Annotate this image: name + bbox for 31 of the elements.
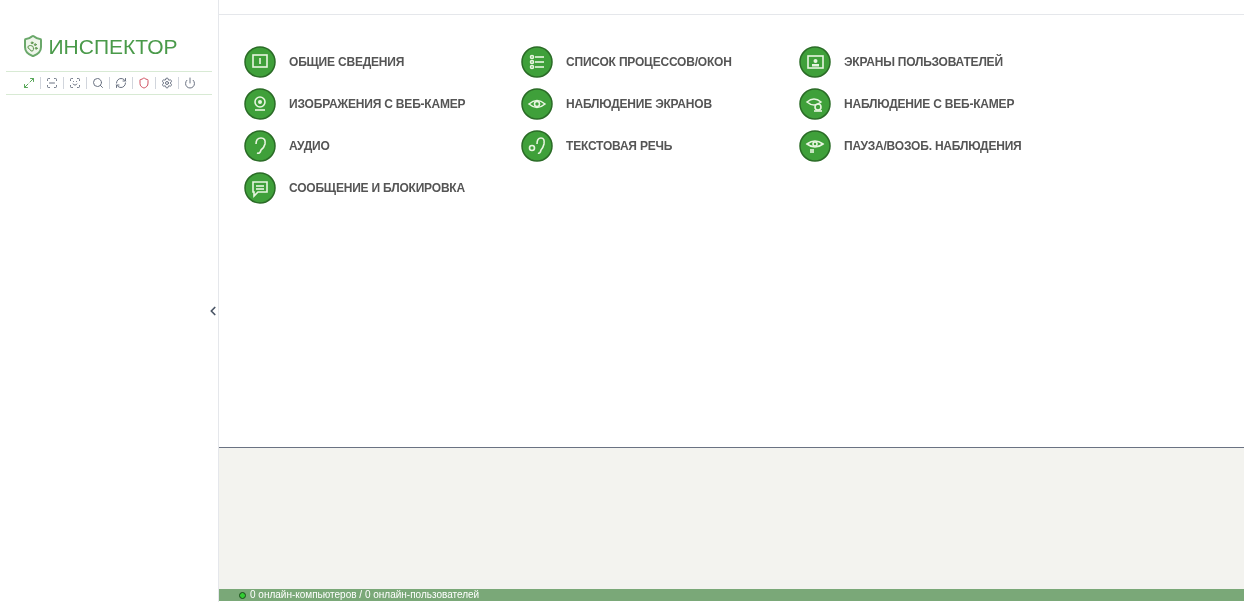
action-item[interactable]: ТЕКСТОВАЯ РЕЧЬ <box>521 130 799 162</box>
action-item[interactable]: НАБЛЮДЕНИЕ ЭКРАНОВ <box>521 88 799 120</box>
search-icon[interactable] <box>91 77 104 89</box>
status-text: 0 онлайн-компьютеров / 0 онлайн-пользователей <box>250 590 480 600</box>
frame-icon[interactable] <box>45 77 58 89</box>
online-indicator <box>239 591 246 599</box>
action-item[interactable]: ИЗОБРАЖЕНИЯ С ВЕБ-КАМЕР <box>244 88 521 120</box>
settings-icon[interactable] <box>160 77 173 89</box>
action-item[interactable]: ОБЩИЕ СВЕДЕНИЯ <box>244 46 521 78</box>
screens-icon <box>799 46 831 78</box>
logo-text: ИНСПЕКТОР <box>48 35 178 57</box>
action-item[interactable]: НАБЛЮДЕНИЕ С ВЕБ-КАМЕР <box>799 88 1099 120</box>
list-icon <box>521 46 553 78</box>
action-item[interactable]: ПАУЗА/ВОЗОБ. НАБЛЮДЕНИЯ <box>799 130 1099 162</box>
action-item[interactable]: АУДИО <box>244 130 521 162</box>
action-item[interactable]: СООБЩЕНИЕ И БЛОКИРОВКА <box>244 172 521 204</box>
expand-icon[interactable] <box>22 77 35 89</box>
power-icon[interactable] <box>183 77 196 89</box>
shield-icon[interactable] <box>137 77 150 89</box>
frame-icon[interactable] <box>68 77 81 89</box>
info-icon <box>244 46 276 78</box>
ear-icon <box>244 130 276 162</box>
refresh-icon[interactable] <box>114 77 127 89</box>
pause-icon <box>799 130 831 162</box>
speech-icon <box>521 130 553 162</box>
action-item[interactable]: ЭКРАНЫ ПОЛЬЗОВАТЕЛЕЙ <box>799 46 1099 78</box>
message-icon <box>244 172 276 204</box>
action-item[interactable]: СПИСОК ПРОЦЕССОВ/ОКОН <box>521 46 799 78</box>
webcam-icon <box>244 88 276 120</box>
eye-icon <box>521 88 553 120</box>
eye-cam-icon <box>799 88 831 120</box>
